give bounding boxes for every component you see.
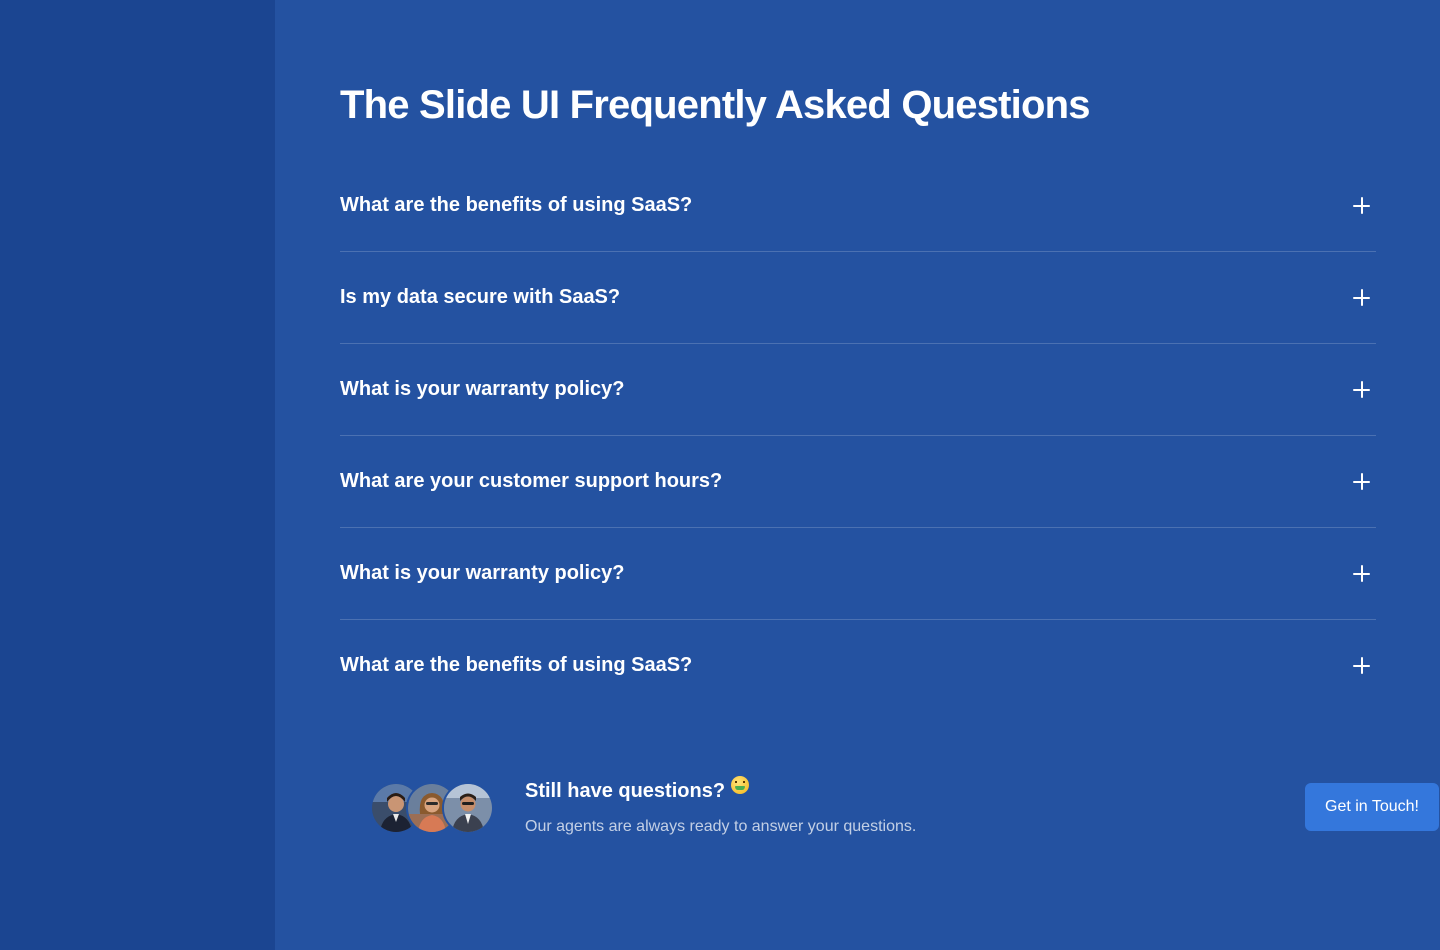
plus-icon[interactable] bbox=[1353, 473, 1370, 490]
faq-item[interactable]: What is your warranty policy? bbox=[340, 528, 1376, 620]
plus-icon[interactable] bbox=[1353, 289, 1370, 306]
page-title: The Slide UI Frequently Asked Questions bbox=[340, 83, 1091, 127]
plus-icon[interactable] bbox=[1353, 657, 1370, 674]
faq-question: What is your warranty policy? bbox=[340, 378, 625, 400]
get-in-touch-button[interactable]: Get in Touch! bbox=[1305, 783, 1439, 831]
faq-question: What are your customer support hours? bbox=[340, 470, 723, 492]
faq-section: The Slide UI Frequently Asked Questions … bbox=[275, 0, 1440, 950]
faq-item[interactable]: What are your customer support hours? bbox=[340, 436, 1376, 528]
faq-item[interactable]: Is my data secure with SaaS? bbox=[340, 252, 1376, 344]
faq-item[interactable]: What is your warranty policy? bbox=[340, 344, 1376, 436]
faq-question: What are the benefits of using SaaS? bbox=[340, 194, 693, 216]
faq-list: What are the benefits of using SaaS? Is … bbox=[340, 160, 1376, 711]
faq-item[interactable]: What are the benefits of using SaaS? bbox=[340, 160, 1376, 252]
plus-icon[interactable] bbox=[1353, 197, 1370, 214]
agent-avatars bbox=[370, 782, 494, 834]
faq-item[interactable]: What are the benefits of using SaaS? bbox=[340, 620, 1376, 711]
plus-icon[interactable] bbox=[1353, 565, 1370, 582]
plus-icon[interactable] bbox=[1353, 381, 1370, 398]
cta-title: Still have questions? bbox=[525, 776, 750, 805]
faq-question: Is my data secure with SaaS? bbox=[340, 286, 621, 308]
contact-cta: Still have questions? Our agents are alw… bbox=[370, 776, 1439, 842]
sidebar bbox=[0, 0, 275, 950]
avatar bbox=[442, 782, 494, 834]
faq-question: What are the benefits of using SaaS? bbox=[340, 654, 693, 676]
cta-subtitle: Our agents are always ready to answer yo… bbox=[525, 818, 917, 835]
faq-question: What is your warranty policy? bbox=[340, 562, 625, 584]
money-mouth-face-emoji-icon bbox=[731, 776, 750, 794]
